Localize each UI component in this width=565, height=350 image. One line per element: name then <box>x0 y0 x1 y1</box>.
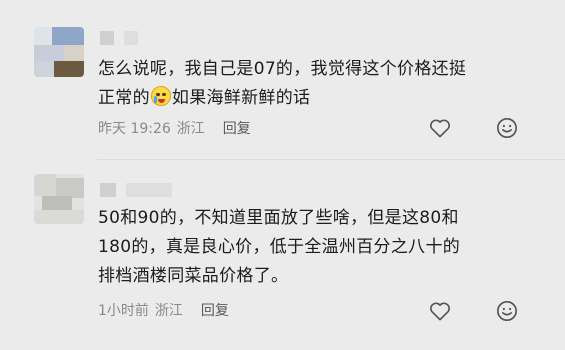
comment-meta: 昨天 19:26 浙江 回复 <box>98 118 251 138</box>
comment-text-line: 如果海鲜新鲜的话 <box>171 88 311 108</box>
heart-outline-icon[interactable] <box>428 299 452 323</box>
comment-location: 浙江 <box>176 121 205 137</box>
reply-button[interactable]: 回复 <box>223 118 251 138</box>
smiley-outline-icon[interactable] <box>495 116 519 140</box>
comment-text: 50和90的，不知道里面放了些啥，但是这80和 180的，真是良心价，低于全温州… <box>98 204 525 291</box>
comment-text-line: 180的，真是良心价，低于全温州百分之八十的 <box>98 237 461 257</box>
comment-time: 1小时前 <box>98 303 149 319</box>
comment-item: 怎么说呢，我自己是07的，我觉得这个价格还挺 正常的 如果海鲜新鲜的话 昨天 19… <box>0 0 565 160</box>
comment-text-line: 正常的 <box>98 88 150 108</box>
username-redacted[interactable] <box>100 30 138 46</box>
avatar[interactable] <box>34 174 84 224</box>
comment-time: 昨天 19:26 <box>98 121 171 137</box>
comment-meta: 1小时前 浙江 回复 <box>98 300 229 320</box>
comment-text-line: 排档酒楼同菜品价格了。 <box>98 266 289 286</box>
comment-location: 浙江 <box>154 303 183 319</box>
comment-text-line: 怎么说呢，我自己是07的，我觉得这个价格还挺 <box>98 59 467 79</box>
avatar[interactable] <box>34 27 84 77</box>
username-redacted[interactable] <box>100 182 172 198</box>
smiley-outline-icon[interactable] <box>495 299 519 323</box>
crying-laughing-emoji-icon <box>150 86 171 106</box>
heart-outline-icon[interactable] <box>428 116 452 140</box>
comment-text: 怎么说呢，我自己是07的，我觉得这个价格还挺 正常的 如果海鲜新鲜的话 <box>98 55 525 113</box>
comment-text-line: 50和90的，不知道里面放了些啥，但是这80和 <box>98 208 459 228</box>
reply-button[interactable]: 回复 <box>201 300 229 320</box>
comment-item: 50和90的，不知道里面放了些啥，但是这80和 180的，真是良心价，低于全温州… <box>0 160 565 350</box>
